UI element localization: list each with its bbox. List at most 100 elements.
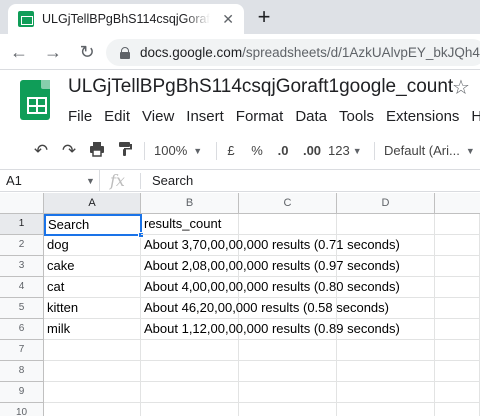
row-header-6[interactable]: 6 bbox=[0, 319, 44, 340]
menu-data[interactable]: Data bbox=[289, 106, 333, 127]
menu-help[interactable]: H bbox=[465, 106, 480, 127]
cell-d5[interactable] bbox=[337, 298, 435, 319]
print-icon[interactable] bbox=[86, 141, 108, 161]
reload-icon[interactable]: ↻ bbox=[76, 40, 98, 64]
cell-a10[interactable] bbox=[44, 403, 141, 416]
cell-e1[interactable] bbox=[435, 214, 480, 235]
cell-c4[interactable] bbox=[239, 277, 337, 298]
row-header-2[interactable]: 2 bbox=[0, 235, 44, 256]
menu-tools[interactable]: Tools bbox=[333, 106, 380, 127]
row-header-3[interactable]: 3 bbox=[0, 256, 44, 277]
cell-d10[interactable] bbox=[337, 403, 435, 416]
font-select[interactable]: Default (Ari... ▼ bbox=[384, 141, 480, 161]
cell-a5[interactable]: kitten bbox=[44, 298, 141, 319]
cell-a6[interactable]: milk bbox=[44, 319, 141, 340]
tab-close-icon[interactable]: ✕ bbox=[222, 11, 234, 27]
cell-c2[interactable] bbox=[239, 235, 337, 256]
cell-b5[interactable]: About 46,20,00,000 results (0.58 seconds… bbox=[141, 298, 389, 319]
cell-c5[interactable] bbox=[239, 298, 337, 319]
name-box[interactable]: A1 bbox=[0, 170, 100, 192]
cell-e6[interactable] bbox=[435, 319, 480, 340]
cell-a1[interactable]: Search bbox=[44, 214, 142, 236]
cell-a7[interactable] bbox=[44, 340, 141, 361]
paint-format-icon[interactable] bbox=[114, 141, 136, 161]
menu-file[interactable]: File bbox=[62, 106, 98, 127]
cell-d2[interactable] bbox=[337, 235, 435, 256]
row-header-5[interactable]: 5 bbox=[0, 298, 44, 319]
chevron-down-icon[interactable]: ▼ bbox=[86, 170, 95, 192]
column-header-d[interactable]: D bbox=[337, 193, 435, 214]
cell-a2[interactable]: dog bbox=[44, 235, 141, 256]
document-title[interactable]: ULGjTellBPgBhS114csqjGoraft1google_count bbox=[68, 76, 453, 98]
cell-d1[interactable] bbox=[337, 214, 435, 235]
menu-edit[interactable]: Edit bbox=[98, 106, 136, 127]
cell-c9[interactable] bbox=[239, 382, 337, 403]
cell-a9[interactable] bbox=[44, 382, 141, 403]
cell-a8[interactable] bbox=[44, 361, 141, 382]
undo-icon[interactable]: ↶ bbox=[30, 141, 52, 161]
column-header-c[interactable]: C bbox=[239, 193, 337, 214]
cell-e9[interactable] bbox=[435, 382, 480, 403]
cell-b1[interactable]: results_count bbox=[141, 214, 239, 235]
formula-input[interactable]: Search bbox=[152, 170, 193, 192]
more-formats-select[interactable]: 123 ▼ bbox=[328, 141, 368, 161]
cell-b7[interactable] bbox=[141, 340, 239, 361]
cell-b8[interactable] bbox=[141, 361, 239, 382]
cell-a3[interactable]: cake bbox=[44, 256, 141, 277]
decrease-decimal-button[interactable]: .0 bbox=[272, 141, 294, 161]
redo-icon[interactable]: ↷ bbox=[58, 141, 80, 161]
cell-d9[interactable] bbox=[337, 382, 435, 403]
cell-c6[interactable] bbox=[239, 319, 337, 340]
menu-view[interactable]: View bbox=[136, 106, 180, 127]
cell-e2[interactable] bbox=[435, 235, 480, 256]
forward-arrow-icon[interactable]: → bbox=[42, 40, 64, 64]
lock-icon[interactable] bbox=[120, 46, 130, 59]
cell-a4[interactable]: cat bbox=[44, 277, 141, 298]
cell-c7[interactable] bbox=[239, 340, 337, 361]
cell-e5[interactable] bbox=[435, 298, 480, 319]
cell-b3[interactable]: About 2,08,00,00,000 results (0.97 secon… bbox=[141, 256, 400, 277]
cell-c1[interactable] bbox=[239, 214, 337, 235]
cell-e4[interactable] bbox=[435, 277, 480, 298]
cell-d3[interactable] bbox=[337, 256, 435, 277]
increase-decimal-button[interactable]: .00 bbox=[300, 141, 324, 161]
row-header-9[interactable]: 9 bbox=[0, 382, 44, 403]
select-all-corner[interactable] bbox=[0, 193, 44, 214]
column-header-b[interactable]: B bbox=[141, 193, 239, 214]
cell-d4[interactable] bbox=[337, 277, 435, 298]
column-header-e[interactable] bbox=[435, 193, 480, 214]
browser-tab[interactable]: ULGjTellBPgBhS114csqjGoraft1google_count… bbox=[8, 4, 244, 34]
cell-b10[interactable] bbox=[141, 403, 239, 416]
row-header-4[interactable]: 4 bbox=[0, 277, 44, 298]
cell-d7[interactable] bbox=[337, 340, 435, 361]
percent-format-button[interactable]: % bbox=[248, 141, 266, 161]
cell-d6[interactable] bbox=[337, 319, 435, 340]
column-header-a[interactable]: A bbox=[44, 193, 141, 214]
new-tab-button[interactable]: + bbox=[252, 4, 276, 30]
row-header-10[interactable]: 10 bbox=[0, 403, 44, 416]
cell-c8[interactable] bbox=[239, 361, 337, 382]
cell-b6[interactable]: About 1,12,00,00,000 results (0.89 secon… bbox=[141, 319, 400, 340]
menu-insert[interactable]: Insert bbox=[180, 106, 230, 127]
cell-e8[interactable] bbox=[435, 361, 480, 382]
cell-d8[interactable] bbox=[337, 361, 435, 382]
row-header-7[interactable]: 7 bbox=[0, 340, 44, 361]
row-header-8[interactable]: 8 bbox=[0, 361, 44, 382]
star-icon[interactable]: ☆ bbox=[452, 76, 470, 100]
address-bar[interactable]: docs.google.com/spreadsheets/d/1AzkUAlvp… bbox=[106, 39, 480, 66]
cell-b9[interactable] bbox=[141, 382, 239, 403]
cell-b2[interactable]: About 3,70,00,00,000 results (0.71 secon… bbox=[141, 235, 400, 256]
sheets-logo-icon[interactable] bbox=[20, 80, 50, 120]
menu-extensions[interactable]: Extensions bbox=[380, 106, 465, 127]
row-header-1[interactable]: 1 bbox=[0, 214, 44, 235]
cell-b4[interactable]: About 4,00,00,00,000 results (0.80 secon… bbox=[141, 277, 400, 298]
back-arrow-icon[interactable]: ← bbox=[8, 40, 30, 64]
cell-e7[interactable] bbox=[435, 340, 480, 361]
cell-e3[interactable] bbox=[435, 256, 480, 277]
cell-c3[interactable] bbox=[239, 256, 337, 277]
cell-c10[interactable] bbox=[239, 403, 337, 416]
zoom-select[interactable]: 100% ▼ bbox=[154, 141, 210, 161]
menu-format[interactable]: Format bbox=[230, 106, 290, 127]
currency-format-button[interactable]: £ bbox=[222, 141, 240, 161]
cell-e10[interactable] bbox=[435, 403, 480, 416]
